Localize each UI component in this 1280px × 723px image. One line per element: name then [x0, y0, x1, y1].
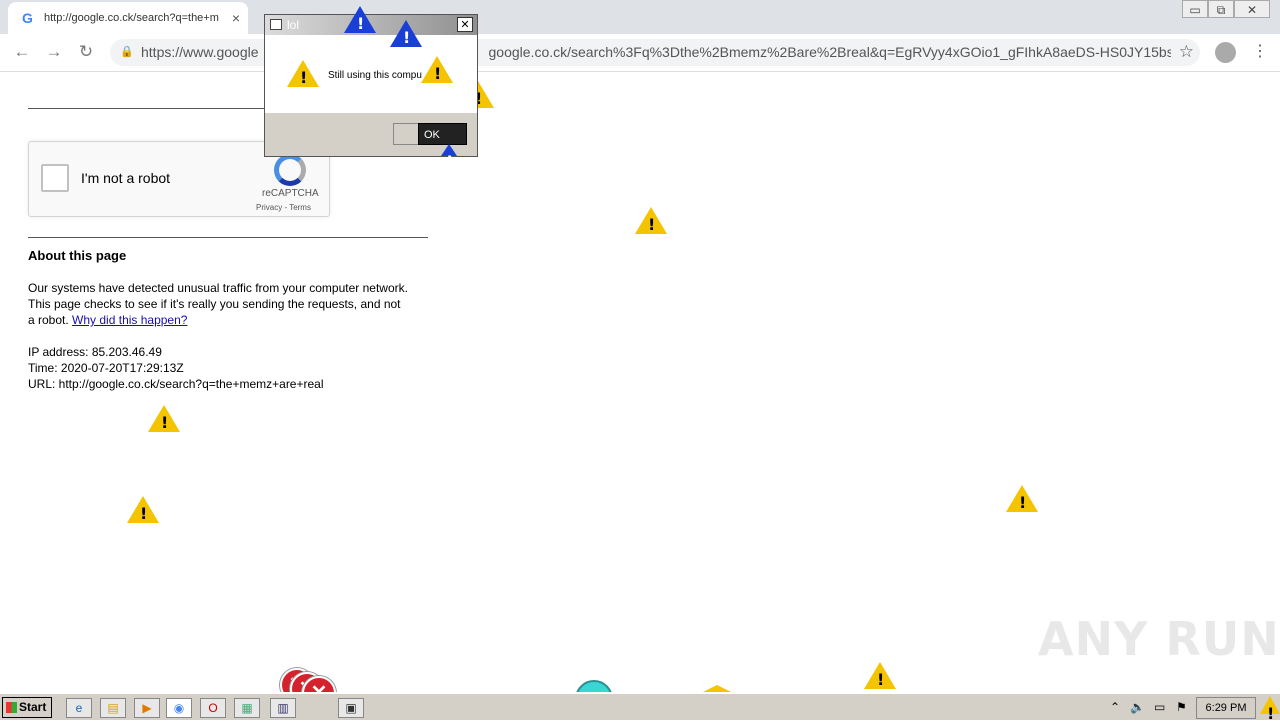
taskbar: Start e ▤ ▶ ◉ O ▦ ▥ ▣ ⌃ 🔈 ▭ ⚑ 6:29 PM — [0, 692, 1280, 723]
forward-arrow-icon[interactable]: → — [44, 42, 64, 62]
tab-close-icon[interactable]: × — [232, 10, 240, 26]
mid-divider — [28, 237, 428, 238]
about-heading: About this page — [28, 248, 127, 263]
restore-button[interactable]: ⧉ — [1208, 0, 1234, 18]
tab-title: http://google.co.ck/search?q=the+m — [44, 12, 219, 24]
lock-icon: 🔒 — [120, 46, 134, 58]
recaptcha-label: I'm not a robot — [81, 170, 171, 186]
start-button[interactable]: Start — [2, 697, 52, 718]
chrome-icon[interactable]: ◉ — [166, 698, 192, 718]
dialog-message: Still using this compu — [328, 70, 422, 81]
warning-icon — [287, 60, 319, 87]
why-link[interactable]: Why did this happen? — [72, 313, 187, 327]
tray-expand-icon[interactable]: ⌃ — [1110, 700, 1120, 714]
taskmgr-icon[interactable]: ▥ — [270, 698, 296, 718]
dialog-app-icon — [270, 19, 282, 30]
browser-tab[interactable]: G http://google.co.ck/search?q=the+m × — [8, 2, 248, 34]
blue-warning-icon — [344, 6, 376, 33]
dialog-title: lol — [287, 18, 300, 32]
browser-menu-icon[interactable]: ⋮ — [1252, 41, 1268, 61]
warning-icon — [1006, 485, 1038, 512]
recaptcha-brand: reCAPTCHA — [262, 188, 319, 199]
about-paragraph: Our systems have detected unusual traffi… — [28, 281, 408, 327]
ie-icon[interactable]: e — [66, 698, 92, 718]
warning-icon — [1260, 696, 1280, 723]
windows-logo-icon — [6, 702, 17, 713]
explorer-folder-icon[interactable]: ▤ — [100, 698, 126, 718]
blue-warning-icon — [441, 144, 457, 171]
reload-icon[interactable]: ↻ — [76, 42, 96, 62]
close-window-button[interactable]: ✕ — [1234, 0, 1270, 18]
recaptcha-logo-icon — [274, 154, 306, 186]
dialog-button-shadow — [393, 123, 419, 145]
browser-toolbar: ← → ↻ 🔒 https://www.google google.co.ck/s… — [0, 34, 1280, 72]
bookmark-star-icon[interactable]: ☆ — [1179, 42, 1194, 62]
notepad-icon[interactable]: ▦ — [234, 698, 260, 718]
network-icon[interactable]: ▭ — [1154, 700, 1165, 714]
request-url: URL: http://google.co.ck/search?q=the+me… — [28, 377, 324, 391]
warning-icon — [635, 207, 667, 234]
warning-icon — [864, 662, 896, 689]
dialog-close-button[interactable]: ✕ — [457, 17, 473, 32]
volume-icon[interactable]: 🔈 — [1130, 700, 1145, 714]
recaptcha-links[interactable]: Privacy - Terms — [256, 203, 311, 212]
back-arrow-icon[interactable]: ← — [12, 42, 32, 62]
tab-strip: G http://google.co.ck/search?q=the+m × ▭… — [0, 0, 1280, 34]
recaptcha-checkbox[interactable] — [41, 164, 69, 192]
warning-icon — [127, 496, 159, 523]
media-player-icon[interactable]: ▶ — [134, 698, 160, 718]
action-center-flag-icon[interactable]: ⚑ — [1176, 700, 1187, 714]
minimize-button[interactable]: ▭ — [1182, 0, 1208, 18]
google-favicon-icon: G — [22, 10, 33, 26]
ok-button[interactable]: OK — [418, 123, 467, 145]
traffic-info: IP address: 85.203.46.49 Time: 2020-07-2… — [28, 344, 324, 392]
warning-icon — [148, 405, 180, 432]
anyrun-watermark: ANY RUN — [1038, 612, 1280, 666]
ip-address: IP address: 85.203.46.49 — [28, 345, 162, 359]
profile-avatar-icon[interactable] — [1215, 42, 1236, 63]
blue-warning-icon — [390, 20, 422, 47]
timestamp: Time: 2020-07-20T17:29:13Z — [28, 361, 184, 375]
opera-icon[interactable]: O — [200, 698, 226, 718]
system-tray: ⌃ 🔈 ▭ ⚑ — [1106, 697, 1194, 719]
calculator-icon[interactable]: ▣ — [338, 698, 364, 718]
warning-icon — [421, 56, 453, 83]
taskbar-clock[interactable]: 6:29 PM — [1196, 697, 1256, 719]
